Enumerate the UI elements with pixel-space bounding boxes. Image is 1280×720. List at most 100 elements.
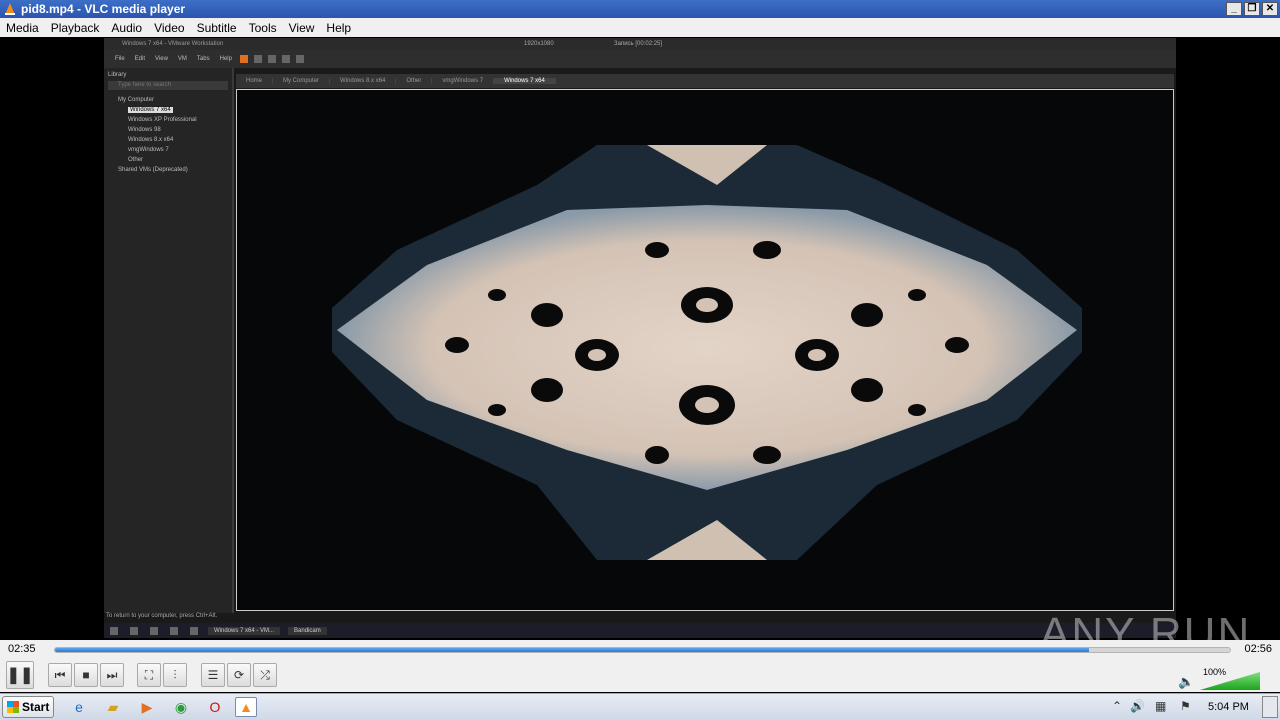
menu-video[interactable]: Video [148, 21, 190, 35]
flag-tray-icon[interactable]: ⚑ [1180, 699, 1191, 713]
seek-row: 02:35 02:56 [0, 640, 1280, 660]
guest-task: Bandicam [288, 626, 327, 635]
menu-bar: Media Playback Audio Video Subtitle Tool… [0, 18, 1280, 37]
menu-subtitle[interactable]: Subtitle [191, 21, 243, 35]
tray-arrow-icon[interactable]: ⌃ [1112, 699, 1122, 713]
vm-toolbar-icon [253, 55, 262, 63]
library-root: My Computer [118, 97, 155, 103]
media-player-icon[interactable]: ▶ [136, 697, 158, 717]
shuffle-icon: ⤮ [260, 667, 270, 682]
menu-media[interactable]: Media [0, 21, 45, 35]
minimize-button[interactable]: _ [1226, 2, 1242, 16]
guest-app-icon [130, 626, 138, 635]
next-icon: ⏭ [106, 667, 118, 682]
vm-menu-item: Edit [134, 56, 146, 62]
anyrun-watermark: ANY RUN [1040, 609, 1252, 640]
previous-button[interactable]: ⏮ [48, 663, 72, 687]
vm-guest-taskbar: Windows 7 x64 - VM... Bandicam [104, 623, 1176, 638]
library-heading: Library [108, 72, 127, 78]
vm-title-bar: Windows 7 x64 - VMware Workstation 1920x… [104, 38, 1176, 50]
vm-tab: My Computer [273, 78, 331, 84]
vm-status-hint: To return to your computer, press Ctrl+A… [106, 613, 218, 619]
folder-icon[interactable]: ▰ [102, 697, 124, 717]
vm-menu-item: View [155, 56, 168, 62]
vm-tab-active: Windows 7 x64 [494, 78, 556, 84]
guest-task: Windows 7 x64 - VM... [208, 626, 281, 635]
fullscreen-icon: ⛶ [144, 667, 154, 682]
start-label: Start [22, 700, 50, 714]
vm-menu-bar: File Edit View VM Tabs Help [104, 50, 1176, 68]
playlist-button[interactable]: ☰ [201, 663, 225, 687]
fractal-image [332, 145, 1082, 560]
loop-icon: ⟳ [233, 668, 245, 682]
vm-resolution: 1920x1080 [524, 41, 554, 47]
vlc-cone-icon [5, 3, 15, 15]
library-search: Type here to search [108, 81, 228, 90]
vm-guest-screen [236, 89, 1174, 611]
pause-button[interactable]: ❚❚ [6, 661, 34, 689]
library-item: vmgWindows 7 [128, 147, 169, 153]
seek-bar[interactable] [54, 647, 1231, 653]
guest-start-icon [110, 626, 118, 635]
guest-app-icon [190, 626, 198, 635]
current-time[interactable]: 02:35 [8, 643, 36, 655]
vm-menu-item: VM [177, 56, 187, 62]
next-button[interactable]: ⏭ [100, 663, 124, 687]
library-shared: Shared VMs (Deprecated) [118, 167, 188, 173]
close-button[interactable]: ✕ [1262, 2, 1278, 16]
volume-tray-icon[interactable]: 🔊 [1130, 699, 1145, 713]
window-title: pid8.mp4 - VLC media player [21, 2, 186, 16]
vm-tabs: Home My Computer Windows 8.x x64 Other v… [236, 74, 1174, 88]
equalizer-icon: ⫶ [173, 667, 177, 682]
menu-playback[interactable]: Playback [45, 21, 106, 35]
network-tray-icon[interactable]: ▦ [1155, 699, 1166, 713]
vm-tab: Home [236, 78, 274, 84]
volume-percent: 100% [1203, 667, 1227, 677]
vm-tab: Other [396, 78, 433, 84]
clock[interactable]: 5:04 PM [1208, 701, 1249, 713]
menu-audio[interactable]: Audio [105, 21, 148, 35]
menu-tools[interactable]: Tools [243, 21, 283, 35]
guest-app-icon [150, 626, 158, 635]
menu-help[interactable]: Help [320, 21, 357, 35]
restore-button[interactable]: ❐ [1244, 2, 1260, 16]
show-desktop-button[interactable] [1262, 696, 1278, 718]
library-item: Windows 98 [128, 127, 161, 133]
previous-icon: ⏮ [54, 667, 66, 682]
random-button[interactable]: ⤮ [253, 663, 277, 687]
vm-title: Windows 7 x64 - VMware Workstation [122, 41, 224, 47]
fullscreen-button[interactable]: ⛶ [137, 663, 161, 687]
start-button[interactable]: Start [2, 696, 54, 718]
ie-icon[interactable]: e [68, 697, 90, 717]
vm-menu-item: File [115, 56, 125, 62]
library-item: Other [128, 157, 144, 163]
guest-app-icon [170, 626, 178, 635]
vm-recording: Запись [00:02:25] [614, 41, 663, 47]
library-item: Windows 8.x x64 [128, 137, 174, 143]
title-bar: pid8.mp4 - VLC media player _ ❐ ✕ [0, 0, 1280, 18]
vm-menu-item: Help [219, 56, 232, 62]
vm-tab: vmgWindows 7 [432, 78, 495, 84]
vlc-taskbar-icon[interactable]: ▲ [235, 697, 257, 717]
vm-pause-icon [239, 55, 248, 63]
total-time[interactable]: 02:56 [1244, 643, 1272, 655]
chrome-icon[interactable]: ◉ [170, 697, 192, 717]
opera-icon[interactable]: O [204, 697, 226, 717]
stop-icon: ■ [82, 668, 90, 682]
loop-button[interactable]: ⟳ [227, 663, 251, 687]
playlist-icon: ☰ [207, 668, 219, 682]
library-item: Windows XP Professional [128, 117, 197, 123]
control-bar: ❚❚ ⏮ ■ ⏭ ⛶ ⫶ ☰ ⟳ ⤮ 🔈 100% [0, 660, 1280, 692]
stop-button[interactable]: ■ [74, 663, 98, 687]
seek-progress [55, 648, 1089, 652]
video-area[interactable]: Windows 7 x64 - VMware Workstation 1920x… [0, 37, 1280, 640]
vm-menu-item: Tabs [196, 56, 210, 62]
menu-view[interactable]: View [283, 21, 321, 35]
library-item: Windows 7 x64 [128, 107, 173, 113]
extended-settings-button[interactable]: ⫶ [163, 663, 187, 687]
vm-library-panel: Library Type here to search My Computer … [104, 68, 234, 613]
speaker-icon[interactable]: 🔈 [1178, 674, 1194, 690]
vm-toolbar-icon [267, 55, 276, 63]
pause-icon: ❚❚ [6, 667, 34, 684]
windows-flag-icon [7, 701, 19, 713]
